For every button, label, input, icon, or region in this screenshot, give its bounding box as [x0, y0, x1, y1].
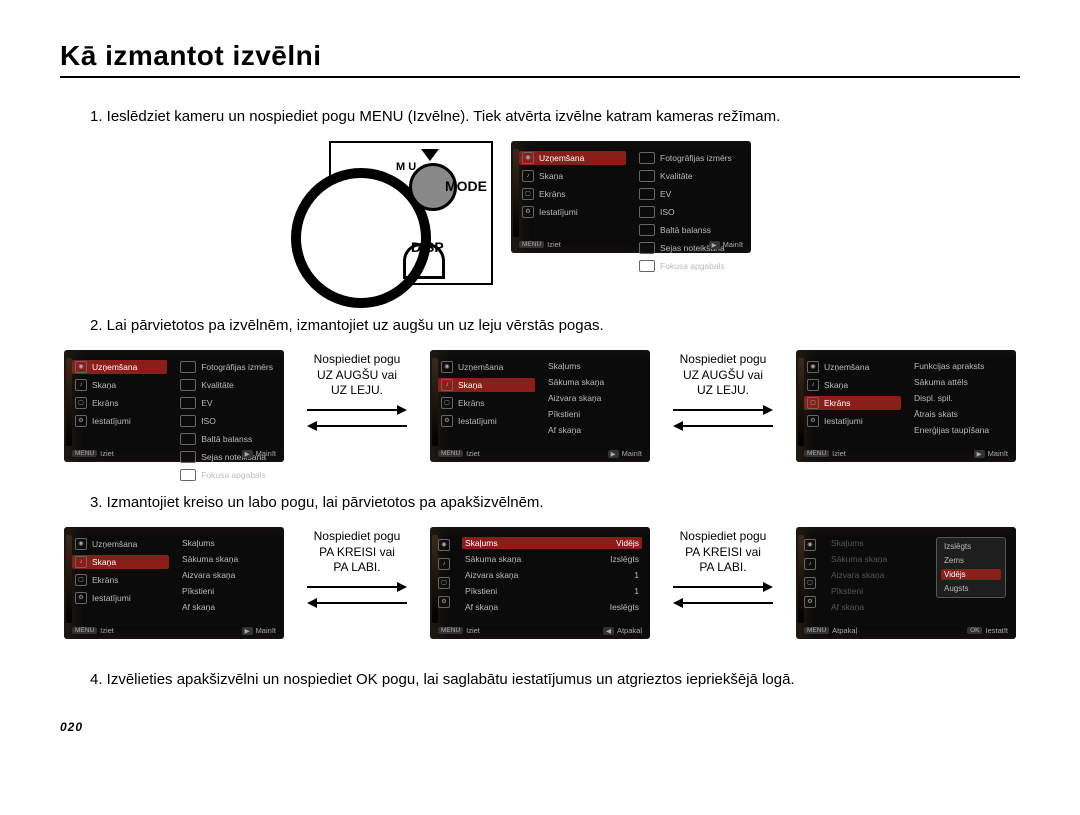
arrow-left-icon	[673, 421, 773, 431]
popup-option-low[interactable]: Zems	[941, 555, 1001, 566]
arrow-right-icon	[673, 582, 773, 592]
press-arrow-icon	[421, 149, 439, 161]
popup-option-high[interactable]: Augsts	[941, 583, 1001, 594]
arrow-right-icon	[673, 405, 773, 415]
arrow-right-icon	[307, 582, 407, 592]
step-3-text: 3. Izmantojiet kreiso un labo pogu, lai …	[90, 492, 1020, 513]
step-3-figures: Uzņemšana Skaņa Ekrāns Iestatījumi Skaļu…	[60, 527, 1020, 639]
step-2-figures: Uzņemšana Skaņa Ekrāns Iestatījumi Fotog…	[60, 350, 1020, 462]
step-2-text: 2. Lai pārvietotos pa izvēlnēm, izmantoj…	[90, 315, 1020, 336]
arrow-left-icon	[307, 421, 407, 431]
mu-label: M U	[396, 161, 416, 173]
step-1-text: 1. Ieslēdziet kameru un nospiediet pogu …	[90, 106, 1020, 127]
menu-screenshot-screen: Uzņemšana Skaņa Ekrāns Iestatījumi Funkc…	[796, 350, 1016, 462]
step-4-text: 4. Izvēlieties apakšizvēlni un nospiedie…	[90, 669, 1020, 690]
arrow-left-icon	[673, 598, 773, 608]
submenu-row-volume[interactable]: Skaļums Vidējs	[462, 537, 642, 549]
menu-item-sound[interactable]: Skaņa	[519, 169, 626, 183]
menu-item-settings[interactable]: Iestatījumi	[519, 205, 626, 219]
camera-illustration: M U MODE DISP	[329, 141, 493, 285]
volume-popup: Izslēgts Zems Vidējs Augsts	[936, 537, 1006, 598]
instruction-updown-2: Nospiediet pogu UZ AUGŠU vai UZ LEJU.	[668, 350, 778, 437]
submenu-screenshot-b: Skaļums Vidējs Sākuma skaņaIzslēgts Aizv…	[430, 527, 650, 639]
page-title: Kā izmantot izvēlni	[60, 40, 1020, 72]
page-number: 020	[60, 720, 1020, 734]
menu-item-screen[interactable]: Ekrāns	[519, 187, 626, 201]
instruction-lr-2: Nospiediet pogu PA KREISI vai PA LABI.	[668, 527, 778, 614]
mode-label: MODE	[445, 178, 487, 194]
submenu-screenshot-c: Skaļums Sākuma skaņa Aizvara skaņa Pīkst…	[796, 527, 1016, 639]
step-1-figures: M U MODE DISP Uzņemšana Skaņa Ekrāns Ies…	[60, 141, 1020, 285]
submenu-screenshot-a: Uzņemšana Skaņa Ekrāns Iestatījumi Skaļu…	[64, 527, 284, 639]
arrow-left-icon	[307, 598, 407, 608]
popup-option-off[interactable]: Izslēgts	[941, 541, 1001, 552]
instruction-lr-1: Nospiediet pogu PA KREISI vai PA LABI.	[302, 527, 412, 614]
menu-item-shoot[interactable]: Uzņemšana	[519, 151, 626, 165]
popup-option-medium[interactable]: Vidējs	[941, 569, 1001, 580]
title-rule	[60, 76, 1020, 78]
instruction-updown-1: Nospiediet pogu UZ AUGŠU vai UZ LEJU.	[302, 350, 412, 437]
arrow-right-icon	[307, 405, 407, 415]
menu-screenshot-sound: Uzņemšana Skaņa Ekrāns Iestatījumi Skaļu…	[430, 350, 650, 462]
menu-screenshot-shoot: Uzņemšana Skaņa Ekrāns Iestatījumi Fotog…	[511, 141, 751, 253]
menu-screenshot-shoot-2: Uzņemšana Skaņa Ekrāns Iestatījumi Fotog…	[64, 350, 284, 462]
